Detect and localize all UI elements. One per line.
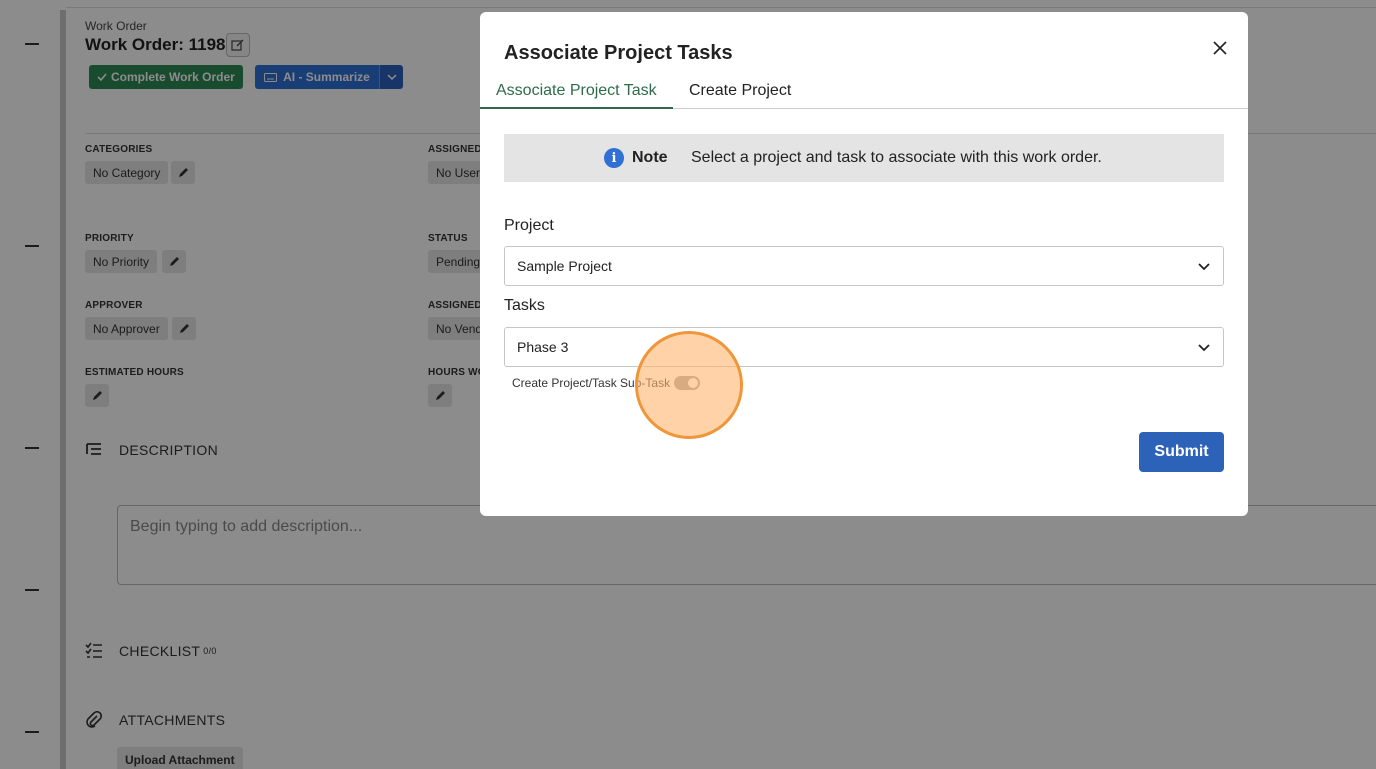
note-label: Note <box>632 149 668 166</box>
chevron-down-icon <box>1198 344 1210 352</box>
project-label: Project <box>504 217 554 234</box>
close-button[interactable] <box>1208 36 1232 60</box>
info-icon: i <box>604 148 624 168</box>
close-icon <box>1213 41 1227 55</box>
associate-project-tasks-modal: Associate Project Tasks Associate Projec… <box>480 12 1248 516</box>
tab-associate-project-task[interactable]: Associate Project Task <box>480 82 673 109</box>
submit-button[interactable]: Submit <box>1139 432 1224 472</box>
project-select-value: Sample Project <box>517 258 612 274</box>
tasks-select-value: Phase 3 <box>517 339 569 355</box>
chevron-down-icon <box>1198 263 1210 271</box>
click-highlight-marker <box>635 331 743 439</box>
tasks-label: Tasks <box>504 297 545 314</box>
tab-create-project[interactable]: Create Project <box>673 82 807 109</box>
note-text: Select a project and task to associate w… <box>691 149 1102 166</box>
project-select[interactable]: Sample Project <box>504 246 1224 286</box>
modal-title: Associate Project Tasks <box>504 42 733 64</box>
tasks-select[interactable]: Phase 3 <box>504 327 1224 367</box>
note-banner: i Note Select a project and task to asso… <box>504 134 1224 182</box>
